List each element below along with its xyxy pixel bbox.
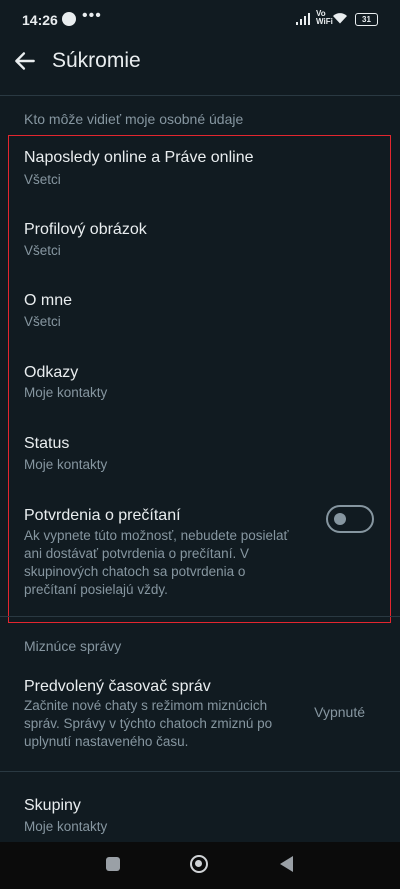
battery-level: 31 [362,15,371,24]
item-value: Všetci [24,314,61,329]
signal-icon [296,13,312,25]
vowifi-indicator: Vo WiFi [316,9,333,26]
messenger-icon [62,12,76,26]
home-icon[interactable] [190,855,208,873]
item-description: Začnite nové chaty s režimom miznúcich s… [24,698,273,749]
item-value: Všetci [24,243,61,258]
toggle-knob [334,513,346,525]
item-title: Naposledy online a Práve online [24,149,254,166]
section-header-personal-info: Kto môže vidieť moje osobné údaje [24,111,244,127]
read-receipts-toggle[interactable] [326,505,374,533]
item-title: Profilový obrázok [24,221,147,238]
battery-icon: 31 [355,13,378,26]
item-title: Predvolený časovač správ [24,678,211,695]
recent-apps-icon[interactable] [106,857,120,871]
item-value: Vypnuté [314,704,365,720]
item-title: Potvrdenia o prečítaní [24,507,181,524]
item-value: Moje kontakty [24,819,108,834]
more-notifications-icon: ••• [82,7,102,24]
divider [0,771,400,772]
page-title: Súkromie [52,49,141,72]
item-title: Odkazy [24,364,79,381]
item-value: Moje kontakty [24,385,108,400]
item-title: O mne [24,292,73,309]
wifi-icon [333,13,347,24]
status-time: 14:26 [22,12,58,28]
divider [0,95,400,96]
item-description: Ak vypnete túto možnosť, nebudete posiel… [24,528,289,597]
item-title: Status [24,435,70,452]
status-bar: 14:26 ••• Vo WiFi 31 [0,0,400,40]
item-value: Moje kontakty [24,457,108,472]
item-value: Všetci [24,172,61,187]
section-header-disappearing: Miznúce správy [24,638,122,654]
arrow-left-icon[interactable] [12,48,38,74]
back-icon[interactable] [280,856,293,872]
system-nav-bar [0,842,400,889]
app-bar: Súkromie [0,40,400,86]
divider [0,616,400,617]
item-title: Skupiny [24,797,81,814]
